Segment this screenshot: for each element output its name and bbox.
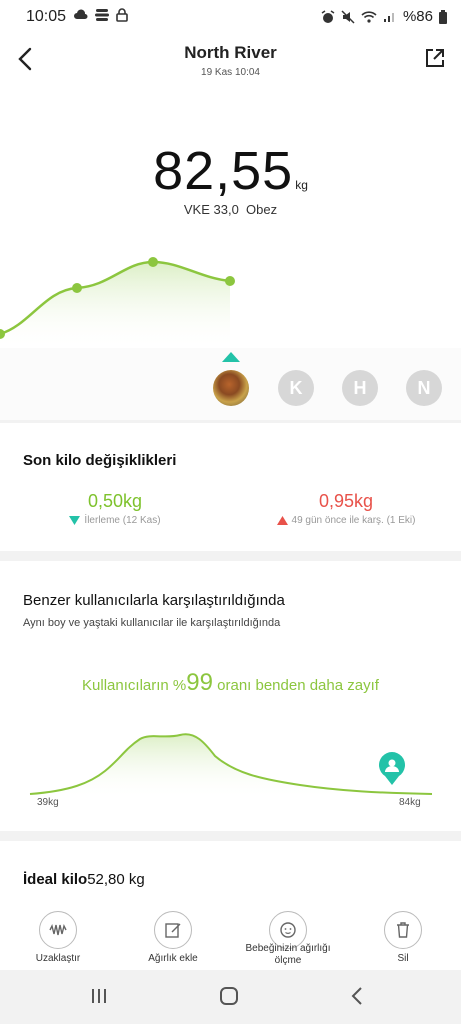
waveform-icon	[49, 923, 67, 936]
trash-icon	[397, 922, 409, 938]
cloud-icon	[74, 9, 88, 19]
ideal-weight-value: 52,80 kg	[87, 871, 145, 888]
status-time: 10:05	[26, 8, 67, 25]
status-bar: 10:05 %86	[0, 0, 461, 34]
mute-icon	[341, 9, 355, 24]
trend-point[interactable]	[225, 276, 235, 286]
progress-note: İlerleme (12 Kas)	[0, 515, 230, 526]
page-title: North River	[184, 43, 277, 62]
weight-value: 82,55	[153, 141, 294, 201]
signal-icon	[383, 13, 394, 22]
trend-point[interactable]	[72, 283, 82, 293]
avatar-profile-n[interactable]: N	[406, 370, 442, 406]
back-icon[interactable]	[350, 986, 364, 1006]
recent-changes-card: Son kilo değişiklikleri 0,50kg İlerleme …	[0, 423, 461, 551]
trend-point[interactable]	[148, 257, 158, 267]
battery-icon	[439, 9, 447, 24]
up-triangle-icon	[276, 515, 288, 525]
baby-face-icon	[280, 922, 296, 938]
comparison-change-value: 0,95kg	[318, 491, 374, 511]
add-weight-label: Ağırlık ekle	[148, 953, 198, 964]
home-icon[interactable]	[219, 986, 239, 1006]
status-icons-left	[74, 8, 128, 22]
comparison-change-note: 49 gün önce ile karş. (1 Eki)	[231, 515, 461, 526]
system-nav-bar	[0, 970, 461, 1024]
comparison-percent: 99	[186, 669, 213, 696]
baby-weigh-label: Bebeğinizin ağırlığı ölçme	[245, 943, 331, 966]
recent-apps-icon[interactable]	[90, 987, 108, 1005]
wifi-icon	[361, 11, 377, 23]
header: North River 19 Kas 10:04	[0, 34, 461, 90]
edit-icon	[165, 923, 181, 938]
page-subtitle: 19 Kas 10:04	[201, 67, 260, 78]
stack-icon	[95, 9, 109, 21]
comparison-title: Benzer kullanıcılarla karşılaştırıldığın…	[23, 592, 285, 609]
baby-weigh-action[interactable]: Bebeğinizin ağırlığı ölçme	[238, 911, 338, 967]
ideal-weight-card: İdeal kilo52,80 kg Uzaklaştır Ağırlık ek…	[0, 841, 461, 971]
recent-changes-title: Son kilo değişiklikleri	[23, 452, 177, 469]
weight-unit: kg	[295, 178, 308, 192]
weight-display: 82,55 kg	[0, 140, 461, 202]
weight-card: 82,55 kg VKE 33,0 Obez K H N	[0, 90, 461, 420]
down-triangle-icon	[69, 515, 81, 525]
delete-label: Sil	[397, 953, 409, 964]
comparison-card: Benzer kullanıcılarla karşılaştırıldığın…	[0, 561, 461, 831]
distribution-min-label: 39kg	[37, 797, 59, 808]
add-weight-action[interactable]: Ağırlık ekle	[123, 911, 223, 965]
avatar-user[interactable]	[213, 370, 249, 406]
zoom-out-action[interactable]: Uzaklaştır	[8, 911, 108, 965]
delete-action[interactable]: Sil	[353, 911, 453, 965]
lock-icon	[116, 8, 128, 22]
bmi-status: Obez	[246, 202, 278, 217]
share-icon[interactable]	[423, 46, 447, 70]
ideal-weight-line: İdeal kilo52,80 kg	[23, 871, 145, 888]
alarm-icon	[321, 9, 335, 23]
distribution-max-label: 84kg	[399, 797, 421, 808]
comparison-statement: Kullanıcıların %99 oranı benden daha zay…	[82, 669, 379, 696]
progress-value: 0,50kg	[87, 491, 143, 511]
avatar-profile-k[interactable]: K	[278, 370, 314, 406]
battery-percent: %86	[402, 8, 433, 25]
user-position-pin-icon	[379, 752, 405, 785]
avatar-profile-h[interactable]: H	[342, 370, 378, 406]
selected-profile-marker-icon	[222, 352, 240, 362]
status-icons-right: %86	[321, 8, 447, 25]
bmi-line: VKE 33,0 Obez	[0, 202, 461, 217]
comparison-subtitle: Aynı boy ve yaştaki kullanıcılar ile kar…	[23, 617, 281, 629]
ideal-weight-label: İdeal kilo	[23, 871, 88, 888]
bmi-value: VKE 33,0	[183, 202, 239, 217]
zoom-out-label: Uzaklaştır	[35, 953, 81, 964]
